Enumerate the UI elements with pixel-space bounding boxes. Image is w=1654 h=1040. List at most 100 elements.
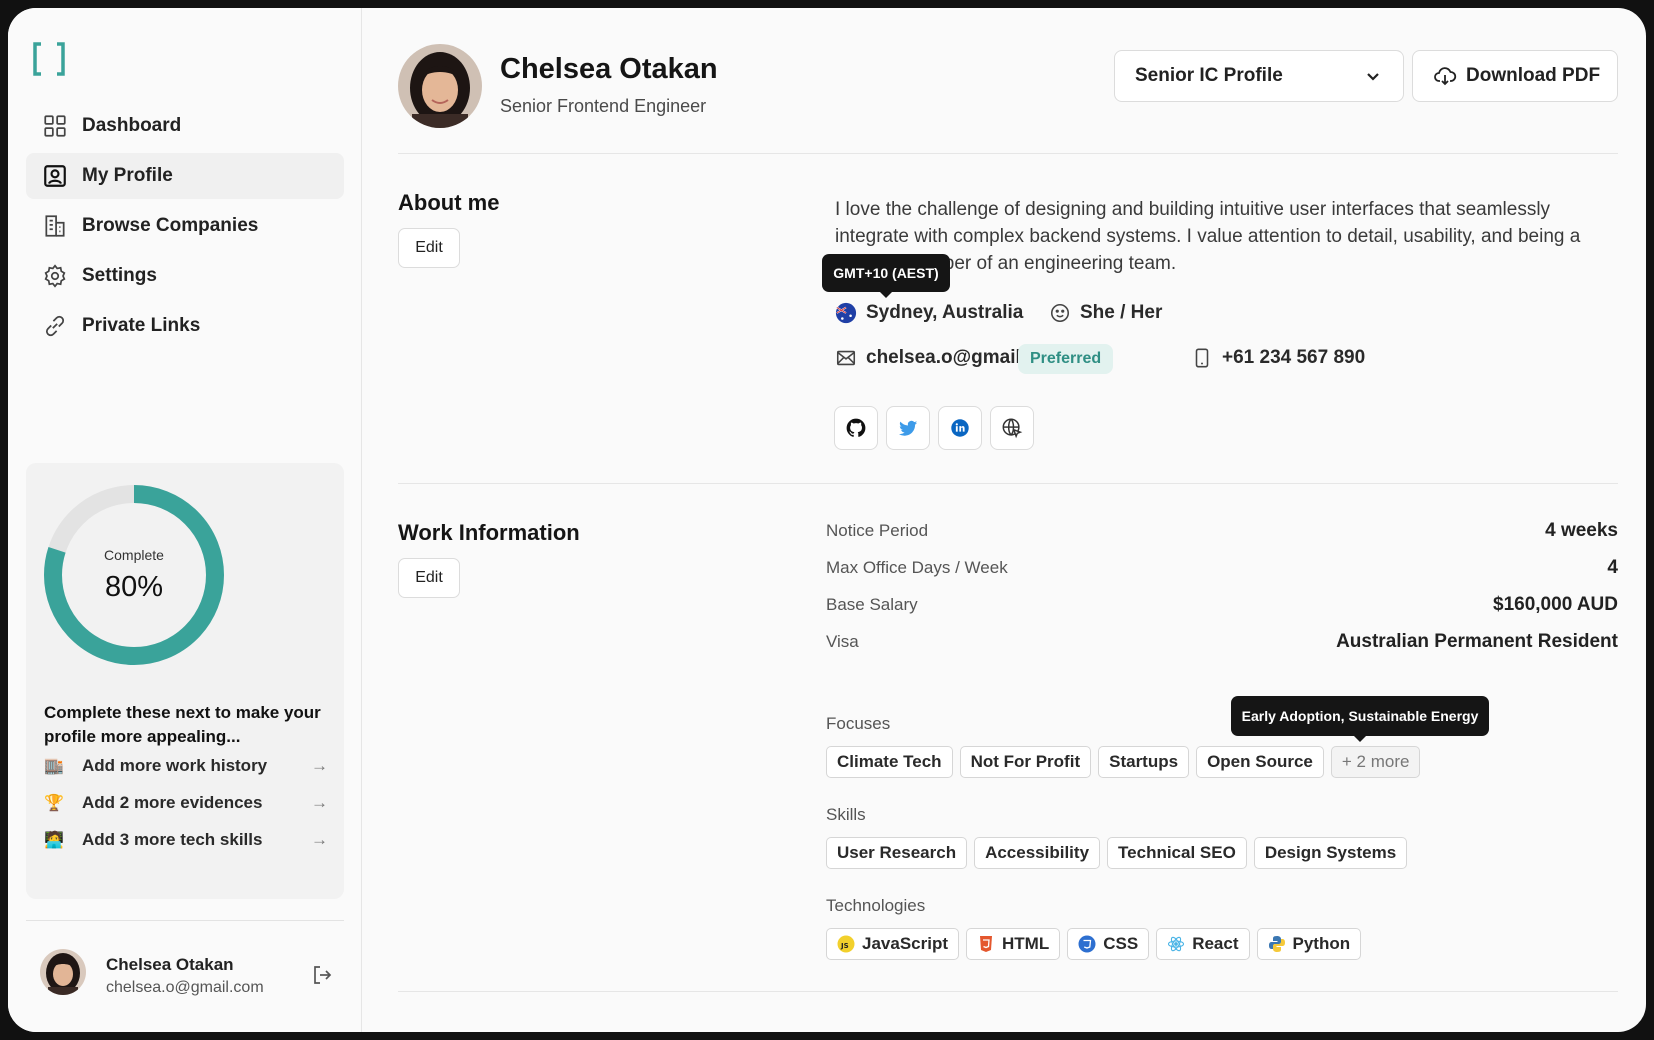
sidebar-item-label: Dashboard (82, 115, 182, 136)
react-icon (1167, 935, 1185, 953)
profile-type-value: Senior IC Profile (1135, 65, 1283, 86)
tech-label: Python (1292, 934, 1351, 953)
completion-percent: 80% (104, 571, 164, 603)
building-icon (42, 213, 68, 239)
technologies-chips: JS JavaScript HTML CSS React Python (826, 928, 1362, 960)
linkedin-link[interactable] (938, 406, 982, 450)
technologist-icon: 🧑‍💻 (44, 832, 64, 849)
app-logo[interactable] (32, 41, 66, 77)
trophy-icon: 🏆 (44, 795, 64, 812)
todo-add-tech-skills[interactable]: 🧑‍💻 Add 3 more tech skills → (44, 825, 328, 855)
todo-label: Add 2 more evidences (82, 793, 263, 812)
todo-add-work-history[interactable]: 🏬 Add more work history → (44, 751, 328, 781)
phone[interactable]: +61 234 567 890 (1190, 346, 1365, 370)
about-edit-button[interactable]: Edit (398, 228, 460, 268)
australia-flag-icon (834, 301, 858, 325)
profile-avatar[interactable] (398, 44, 482, 128)
cloud-download-icon (1434, 67, 1457, 86)
css3-icon (1078, 935, 1096, 953)
focus-chip: Not For Profit (959, 746, 1092, 778)
tech-label: JavaScript (862, 934, 948, 953)
todo-add-evidences[interactable]: 🏆 Add 2 more evidences → (44, 788, 328, 818)
tech-label: HTML (1002, 934, 1050, 953)
next-steps-title: Complete these next to make your profile… (44, 703, 321, 746)
app-window: Dashboard My Profile Browse Companies Se… (8, 8, 1646, 1032)
focus-chip: Startups (1098, 746, 1190, 778)
profile-main: Chelsea Otakan Senior Frontend Engineer … (362, 8, 1646, 1032)
skill-chip: Accessibility (974, 837, 1101, 869)
divider (398, 991, 1618, 992)
logout-icon[interactable] (310, 963, 334, 987)
notice-period-value: 4 weeks (1545, 520, 1618, 541)
work-info-edit-button[interactable]: Edit (398, 558, 460, 598)
sidebar-item-label: Browse Companies (82, 215, 259, 236)
focuses-more-tooltip: Early Adoption, Sustainable Energy (1231, 696, 1489, 742)
profile-name: Chelsea Otakan (500, 53, 718, 85)
sidebar-item-my-profile[interactable]: My Profile (26, 153, 344, 199)
sidebar-nav: Dashboard My Profile Browse Companies Se… (26, 103, 344, 353)
globe-cursor-icon (1002, 418, 1023, 439)
website-link[interactable] (990, 406, 1034, 450)
gear-icon (42, 263, 68, 289)
sidebar-item-settings[interactable]: Settings (26, 253, 344, 299)
sidebar: Dashboard My Profile Browse Companies Se… (8, 8, 362, 1032)
todo-label: Add 3 more tech skills (82, 830, 263, 849)
focuses-label: Focuses (826, 714, 891, 733)
profile-type-select[interactable]: Senior IC Profile (1114, 50, 1404, 102)
svg-text:JS: JS (840, 942, 849, 950)
github-icon (846, 418, 866, 437)
about-text: I love the challenge of designing and bu… (835, 199, 1581, 274)
download-pdf-label: Download PDF (1466, 65, 1601, 86)
profile-role: Senior Frontend Engineer (500, 96, 707, 116)
visa-label: Visa (826, 632, 859, 651)
location-text: Sydney, Australia (866, 302, 1024, 323)
linkedin-icon (951, 419, 969, 437)
tech-label: React (1192, 934, 1239, 953)
profile-icon (42, 163, 68, 189)
completion-label: Complete 80% (42, 483, 226, 667)
focuses-more-chip[interactable]: + 2 more (1330, 746, 1421, 778)
skills-label: Skills (826, 805, 866, 824)
twitter-link[interactable] (886, 406, 930, 450)
tech-chip-javascript: JS JavaScript (826, 928, 959, 960)
tech-chip-html: HTML (966, 928, 1061, 960)
about-title: About me (398, 190, 500, 215)
github-link[interactable] (834, 406, 878, 450)
python-icon (1268, 935, 1286, 953)
sidebar-item-dashboard[interactable]: Dashboard (26, 103, 344, 149)
phone-text: +61 234 567 890 (1222, 347, 1366, 368)
link-icon (42, 313, 68, 339)
work-info-title: Work Information (398, 520, 580, 545)
arrow-right-icon: → (311, 756, 328, 775)
user-email: chelsea.o@gmail.com (106, 979, 264, 996)
skills-chips: User Research Accessibility Technical SE… (826, 837, 1408, 869)
chevron-down-icon (1367, 73, 1379, 81)
download-pdf-button[interactable]: Download PDF (1412, 50, 1618, 102)
sidebar-item-label: Settings (82, 265, 157, 286)
base-salary-label: Base Salary (826, 595, 918, 614)
arrow-right-icon: → (311, 830, 328, 849)
arrow-right-icon: → (311, 793, 328, 812)
avatar[interactable] (40, 949, 86, 995)
sidebar-item-browse-companies[interactable]: Browse Companies (26, 203, 344, 249)
timezone-tooltip: GMT+10 (AEST) (822, 254, 950, 298)
technologies-label: Technologies (826, 896, 926, 915)
pronouns-text: She / Her (1080, 302, 1163, 323)
pronouns: She / Her (1048, 301, 1162, 325)
base-salary-value: $160,000 AUD (1493, 594, 1618, 615)
max-office-days-label: Max Office Days / Week (826, 558, 1008, 577)
focus-chip: Climate Tech (826, 746, 953, 778)
tech-label: CSS (1103, 934, 1139, 953)
mail-icon (834, 346, 858, 370)
sidebar-item-label: Private Links (82, 315, 201, 336)
completion-caption: Complete (104, 547, 164, 563)
smiley-icon (1048, 301, 1072, 325)
skill-chip: Technical SEO (1107, 837, 1247, 869)
preferred-badge: Preferred (1018, 344, 1114, 374)
sidebar-item-private-links[interactable]: Private Links (26, 303, 344, 349)
skill-chip: Design Systems (1253, 837, 1408, 869)
current-user: Chelsea Otakan chelsea.o@gmail.com (26, 920, 344, 1004)
profile-completion-card: Complete 80% Complete these next to make… (26, 463, 344, 899)
todo-label: Add more work history (82, 756, 268, 775)
visa-value: Australian Permanent Resident (1336, 631, 1618, 652)
